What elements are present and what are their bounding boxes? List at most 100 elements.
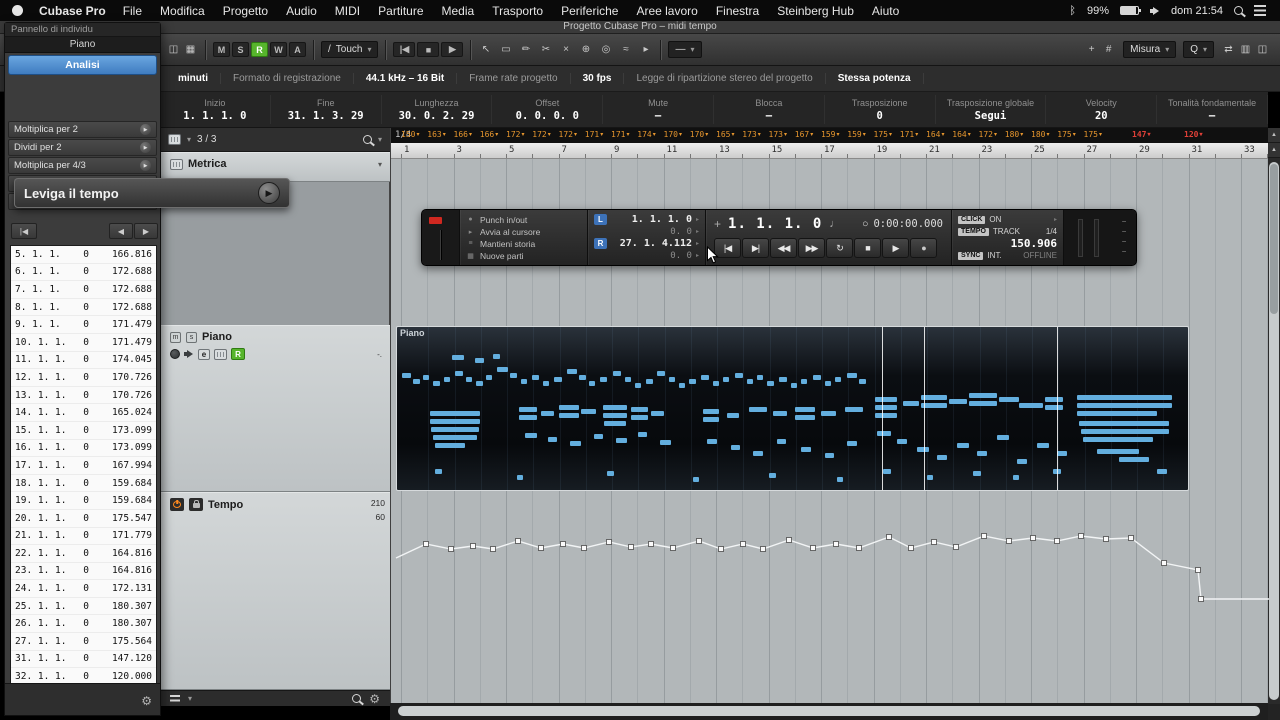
- menu-item[interactable]: Steinberg Hub: [768, 4, 863, 18]
- menu-item[interactable]: File: [114, 4, 151, 18]
- transport-option[interactable]: ≡ Mantieni storia: [466, 238, 581, 249]
- tempo-point[interactable]: [718, 546, 724, 552]
- tempo-point[interactable]: [981, 533, 987, 539]
- meter-view-icon[interactable]: ▥: [1238, 42, 1253, 58]
- tempo-event-row[interactable]: 12. 1. 1. 0 170.726: [11, 369, 156, 387]
- tempo-point[interactable]: [538, 545, 544, 551]
- panel-action-button[interactable]: Moltiplica per 2 ▶: [8, 121, 157, 138]
- tempo-event-row[interactable]: 8. 1. 1. 0 172.688: [11, 299, 156, 317]
- project-info-value[interactable]: 30 fps: [571, 73, 625, 84]
- rewind-button[interactable]: ◀◀: [770, 238, 797, 258]
- mute-all-button[interactable]: M: [213, 42, 230, 57]
- tempo-point[interactable]: [1198, 596, 1204, 602]
- infoline-value[interactable]: –: [766, 110, 772, 122]
- automation-mode-dropdown[interactable]: / Touch ▾: [321, 41, 379, 58]
- tempo-point[interactable]: [470, 543, 476, 549]
- read-automation-button[interactable]: A: [289, 42, 306, 57]
- tempo-point[interactable]: [648, 541, 654, 547]
- warp-marker[interactable]: 164 ▾: [926, 130, 944, 139]
- caret-down-icon[interactable]: ▾: [188, 694, 192, 703]
- warp-marker[interactable]: 150 ▾: [401, 130, 419, 139]
- tempo-point[interactable]: [581, 545, 587, 551]
- tempo-event-row[interactable]: 16. 1. 1. 0 173.099: [11, 440, 156, 458]
- record-button[interactable]: ●: [910, 238, 937, 258]
- warp-marker[interactable]: 165 ▾: [716, 130, 734, 139]
- timeline-ruler[interactable]: 1 3 5 7 9 11 13 15 17 19 21 23 25 27 29 31 33: [391, 143, 1269, 159]
- lock-icon[interactable]: [189, 498, 203, 511]
- record-arm-button[interactable]: R: [251, 42, 268, 57]
- tempo-point[interactable]: [1128, 535, 1134, 541]
- tempo-point[interactable]: [740, 541, 746, 547]
- panel-action-button[interactable]: Moltiplica per 4/3 ▶: [8, 157, 157, 174]
- infoline-value[interactable]: 31. 1. 3. 29: [288, 110, 364, 122]
- forward-button[interactable]: ▶▶: [798, 238, 825, 258]
- record-enable-button[interactable]: [170, 349, 180, 359]
- warp-line[interactable]: [1057, 327, 1058, 490]
- tempo-event-row[interactable]: 5. 1. 1. 0 166.816: [11, 246, 156, 264]
- tempo-point[interactable]: [1006, 538, 1012, 544]
- tempo-event-row[interactable]: 11. 1. 1. 0 174.045: [11, 352, 156, 370]
- tempo-event-row[interactable]: 17. 1. 1. 0 167.994: [11, 457, 156, 475]
- warp-marker[interactable]: 175 ▾: [1084, 130, 1102, 139]
- warp-marker[interactable]: 175 ▾: [874, 130, 892, 139]
- goto-end-button[interactable]: ▶|: [742, 238, 769, 258]
- tempo-point[interactable]: [606, 539, 612, 545]
- tempo-event-row[interactable]: 9. 1. 1. 0 171.479: [11, 316, 156, 334]
- instrument-icon[interactable]: [214, 348, 227, 360]
- scrollbar-thumb[interactable]: [398, 706, 1260, 716]
- tempo-event-row[interactable]: 21. 1. 1. 0 171.779: [11, 528, 156, 546]
- tempo-event-row[interactable]: 23. 1. 1. 0 164.816: [11, 563, 156, 581]
- warp-marker[interactable]: 172 ▾: [532, 130, 550, 139]
- caret-down-icon[interactable]: ▾: [378, 135, 382, 144]
- menu-item[interactable]: MIDI: [326, 4, 369, 18]
- record-ready-badge[interactable]: R: [231, 348, 245, 360]
- tempo-point[interactable]: [1078, 533, 1084, 539]
- spotlight-icon[interactable]: [1234, 6, 1243, 15]
- tempo-point[interactable]: [696, 538, 702, 544]
- tempo-point[interactable]: [953, 544, 959, 550]
- tempo-point[interactable]: [515, 538, 521, 544]
- left-locator-badge[interactable]: L: [594, 214, 607, 225]
- tempo-event-row[interactable]: 19. 1. 1. 0 159.684: [11, 492, 156, 510]
- search-icon[interactable]: [352, 694, 362, 703]
- menubar-clock[interactable]: dom 21:54: [1171, 5, 1223, 17]
- warp-marker[interactable]: 166 ▾: [480, 130, 498, 139]
- warp-marker-red[interactable]: 147 ▾: [1132, 130, 1150, 139]
- app-menu[interactable]: Cubase Pro: [31, 4, 114, 18]
- zoom-corner[interactable]: [1268, 704, 1280, 720]
- tempo-track-activate-icon[interactable]: [170, 498, 184, 511]
- warp-marker[interactable]: 171 ▾: [585, 130, 603, 139]
- analisi-tab[interactable]: Analisi: [8, 55, 157, 75]
- warp-marker[interactable]: 159 ▾: [821, 130, 839, 139]
- tempo-event-row[interactable]: 6. 1. 1. 0 172.688: [11, 264, 156, 282]
- panel-action-button[interactable]: Dividi per 2 ▶: [8, 139, 157, 156]
- menu-item[interactable]: Audio: [277, 4, 326, 18]
- tempo-event-row[interactable]: 27. 1. 1. 0 175.564: [11, 633, 156, 651]
- tempo-event-row[interactable]: 20. 1. 1. 0 175.547: [11, 510, 156, 528]
- write-automation-button[interactable]: W: [270, 42, 287, 57]
- tempo-point[interactable]: [1195, 567, 1201, 573]
- project-info-value[interactable]: Stessa potenza: [826, 73, 924, 84]
- tempo-point[interactable]: [1054, 538, 1060, 544]
- infoline-value[interactable]: Segui: [975, 110, 1007, 122]
- warp-marker[interactable]: 180 ▾: [1005, 130, 1023, 139]
- crossfade-icon[interactable]: ⇄: [1221, 42, 1236, 58]
- warp-marker[interactable]: 173 ▾: [769, 130, 787, 139]
- tool-line-icon[interactable]: ≈: [618, 42, 633, 58]
- window-title-bar[interactable]: Progetto Cubase Pro – midi tempo: [0, 21, 1280, 34]
- stop-button[interactable]: ■: [417, 42, 440, 57]
- transport-option[interactable]: ● Punch in/out: [466, 214, 581, 225]
- menu-item[interactable]: Progetto: [214, 4, 277, 18]
- infoline-value[interactable]: 30. 0. 2. 29: [399, 110, 475, 122]
- windows-icon[interactable]: ▦: [183, 42, 198, 58]
- tooltip-play-button[interactable]: ▶: [258, 182, 280, 204]
- infoline-value[interactable]: 0. 0. 0. 0: [516, 110, 579, 122]
- warp-marker[interactable]: 167 ▾: [795, 130, 813, 139]
- setup-window-icon[interactable]: ◫: [166, 42, 181, 58]
- tempo-point[interactable]: [810, 545, 816, 551]
- warp-marker[interactable]: 173 ▾: [742, 130, 760, 139]
- next-button[interactable]: ▶: [134, 223, 158, 239]
- warp-line[interactable]: [882, 327, 883, 490]
- warp-marker-red[interactable]: 120 ▾: [1184, 130, 1202, 139]
- warp-line[interactable]: [924, 327, 925, 490]
